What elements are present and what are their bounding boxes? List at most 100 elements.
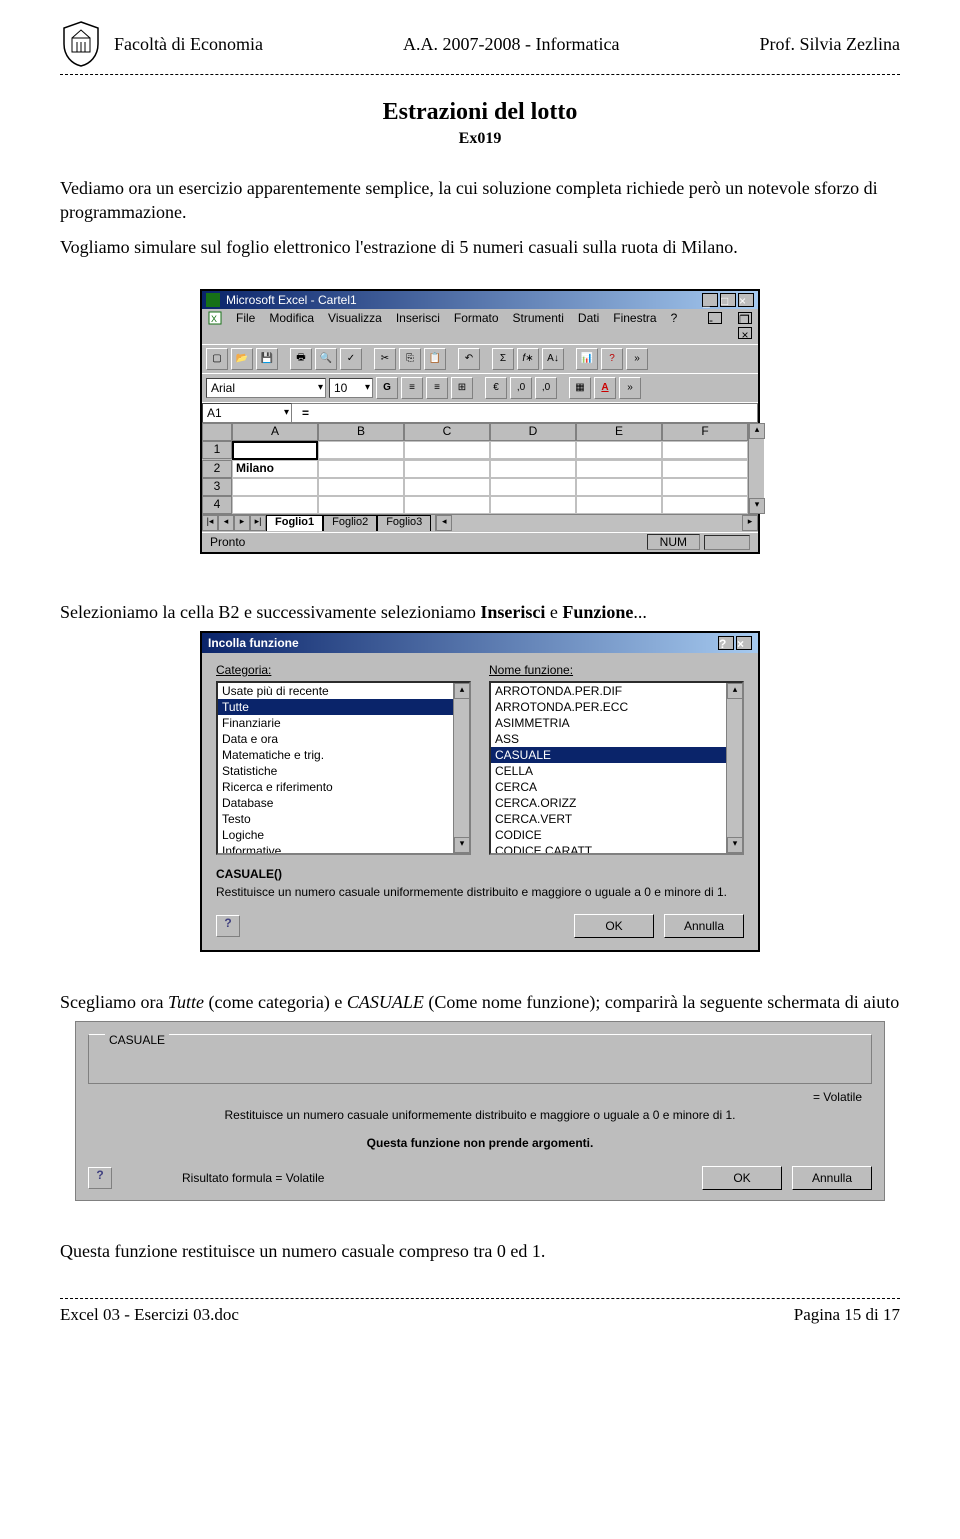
func-item-9[interactable]: CODICE xyxy=(491,827,742,843)
inc-decimal-icon[interactable]: ,0 xyxy=(510,377,532,399)
doc-minimize-button[interactable]: - xyxy=(708,312,722,324)
menu-help[interactable]: ? xyxy=(671,311,678,325)
borders-icon[interactable]: ▦ xyxy=(569,377,591,399)
align-right-icon[interactable]: ≡ xyxy=(426,377,448,399)
align-left-icon[interactable]: ≡ xyxy=(401,377,423,399)
bold-icon[interactable]: G xyxy=(376,377,398,399)
minimize-button[interactable]: _ xyxy=(702,293,718,307)
cat-item-0[interactable]: Usate più di recente xyxy=(218,683,469,699)
tab-prev-icon[interactable]: ◂ xyxy=(218,515,234,531)
row-3[interactable]: 3 xyxy=(202,478,232,496)
func-item-10[interactable]: CODICE.CARATT xyxy=(491,843,742,855)
cell-B4[interactable] xyxy=(318,496,404,514)
sheet-tab-2[interactable]: Foglio2 xyxy=(323,515,377,531)
cell-C3[interactable] xyxy=(404,478,490,496)
func-item-8[interactable]: CERCA.VERT xyxy=(491,811,742,827)
print-icon[interactable]: 🖶 xyxy=(290,348,312,370)
func-item-4[interactable]: CASUALE xyxy=(491,747,742,763)
menu-tools[interactable]: Strumenti xyxy=(513,311,564,325)
menu-file[interactable]: File xyxy=(236,311,255,325)
autosum-icon[interactable]: Σ xyxy=(492,348,514,370)
func-item-0[interactable]: ARROTONDA.PER.DIF xyxy=(491,683,742,699)
col-A[interactable]: A xyxy=(232,423,318,441)
cell-B3[interactable] xyxy=(318,478,404,496)
cell-A3[interactable] xyxy=(232,478,318,496)
cell-E1[interactable] xyxy=(576,441,662,459)
cat-item-6[interactable]: Ricerca e riferimento xyxy=(218,779,469,795)
copy-icon[interactable]: ⎘ xyxy=(399,348,421,370)
spellcheck-icon[interactable]: ✓ xyxy=(340,348,362,370)
cell-F4[interactable] xyxy=(662,496,748,514)
scroll-down-icon[interactable]: ▾ xyxy=(749,498,765,514)
cell-D3[interactable] xyxy=(490,478,576,496)
args-help-button[interactable]: ? xyxy=(88,1167,112,1189)
undo-icon[interactable]: ↶ xyxy=(458,348,480,370)
cell-B1[interactable] xyxy=(318,441,404,459)
cell-C4[interactable] xyxy=(404,496,490,514)
dialog-help-button[interactable]: ? xyxy=(718,636,734,650)
chart-icon[interactable]: 📊 xyxy=(576,348,598,370)
font-combo[interactable]: Arial xyxy=(206,378,326,398)
cell-A4[interactable] xyxy=(232,496,318,514)
cell-A1[interactable] xyxy=(232,441,318,460)
row-4[interactable]: 4 xyxy=(202,496,232,514)
col-D[interactable]: D xyxy=(490,423,576,441)
args-cancel-button[interactable]: Annulla xyxy=(792,1166,872,1190)
args-ok-button[interactable]: OK xyxy=(702,1166,782,1190)
function-icon[interactable]: f∗ xyxy=(517,348,539,370)
sheet-tab-1[interactable]: Foglio1 xyxy=(266,515,323,531)
menu-edit[interactable]: Modifica xyxy=(269,311,314,325)
category-listbox[interactable]: Usate più di recente Tutte Finanziarie D… xyxy=(216,681,471,855)
cat-item-3[interactable]: Data e ora xyxy=(218,731,469,747)
func-item-7[interactable]: CERCA.ORIZZ xyxy=(491,795,742,811)
cat-item-8[interactable]: Testo xyxy=(218,811,469,827)
function-listbox[interactable]: ARROTONDA.PER.DIF ARROTONDA.PER.ECC ASIM… xyxy=(489,681,744,855)
sort-asc-icon[interactable]: A↓ xyxy=(542,348,564,370)
col-E[interactable]: E xyxy=(576,423,662,441)
paste-icon[interactable]: 📋 xyxy=(424,348,446,370)
maximize-button[interactable]: □ xyxy=(720,293,736,307)
scroll-right-icon[interactable]: ▸ xyxy=(742,515,758,531)
horizontal-scrollbar[interactable]: ◂ ▸ xyxy=(435,515,758,531)
func-item-2[interactable]: ASIMMETRIA xyxy=(491,715,742,731)
cat-item-1[interactable]: Tutte xyxy=(218,699,469,715)
tab-last-icon[interactable]: ▸| xyxy=(250,515,266,531)
more-fmt-icon[interactable]: » xyxy=(619,377,641,399)
cell-F3[interactable] xyxy=(662,478,748,496)
cell-F2[interactable] xyxy=(662,460,748,478)
preview-icon[interactable]: 🔍 xyxy=(315,348,337,370)
col-B[interactable]: B xyxy=(318,423,404,441)
cat-item-5[interactable]: Statistiche xyxy=(218,763,469,779)
cell-E2[interactable] xyxy=(576,460,662,478)
tab-first-icon[interactable]: |◂ xyxy=(202,515,218,531)
func-item-3[interactable]: ASS xyxy=(491,731,742,747)
cell-D1[interactable] xyxy=(490,441,576,459)
func-item-1[interactable]: ARROTONDA.PER.ECC xyxy=(491,699,742,715)
help-icon[interactable]: ? xyxy=(601,348,623,370)
menu-format[interactable]: Formato xyxy=(454,311,499,325)
cell-E4[interactable] xyxy=(576,496,662,514)
dec-decimal-icon[interactable]: ,0 xyxy=(535,377,557,399)
menu-window[interactable]: Finestra xyxy=(613,311,656,325)
cell-A2[interactable]: Milano xyxy=(232,460,318,478)
scroll-left-icon[interactable]: ◂ xyxy=(436,515,452,531)
col-F[interactable]: F xyxy=(662,423,748,441)
new-icon[interactable]: ▢ xyxy=(206,348,228,370)
name-box[interactable]: A1 xyxy=(202,403,292,423)
fontcolor-icon[interactable]: A xyxy=(594,377,616,399)
row-1[interactable]: 1 xyxy=(202,441,232,459)
cat-scrollbar[interactable]: ▴▾ xyxy=(453,683,469,853)
menu-data[interactable]: Dati xyxy=(578,311,599,325)
fontsize-combo[interactable]: 10 xyxy=(329,378,373,398)
cancel-button[interactable]: Annulla xyxy=(664,914,744,938)
func-item-6[interactable]: CERCA xyxy=(491,779,742,795)
cell-C2[interactable] xyxy=(404,460,490,478)
tab-next-icon[interactable]: ▸ xyxy=(234,515,250,531)
help-button[interactable]: ? xyxy=(216,915,240,937)
cat-item-7[interactable]: Database xyxy=(218,795,469,811)
cell-F1[interactable] xyxy=(662,441,748,459)
cell-C1[interactable] xyxy=(404,441,490,459)
sheet-tab-3[interactable]: Foglio3 xyxy=(377,515,431,531)
formula-bar[interactable]: = xyxy=(292,403,758,423)
menu-insert[interactable]: Inserisci xyxy=(396,311,440,325)
